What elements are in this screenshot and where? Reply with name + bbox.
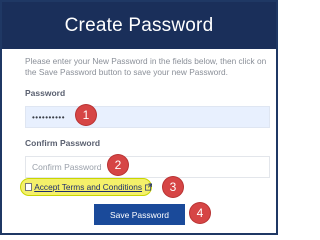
step-badge-1: 1 bbox=[76, 105, 96, 125]
confirm-password-field[interactable]: Confirm Password bbox=[25, 156, 270, 178]
step-badge-3: 3 bbox=[163, 177, 183, 197]
save-password-button[interactable]: Save Password bbox=[94, 204, 185, 225]
external-link-icon bbox=[145, 183, 152, 191]
step-badge-4: 4 bbox=[190, 203, 210, 223]
dialog-title: Create Password bbox=[64, 14, 214, 36]
instructions-text: Please enter your New Password in the fi… bbox=[25, 56, 267, 77]
terms-checkbox[interactable] bbox=[25, 183, 33, 191]
terms-row: Accept Terms and Conditions bbox=[20, 178, 152, 196]
confirm-password-label: Confirm Password bbox=[25, 138, 101, 148]
password-label: Password bbox=[25, 88, 66, 98]
terms-link[interactable]: Accept Terms and Conditions bbox=[34, 182, 142, 192]
dialog-header: Create Password bbox=[2, 2, 276, 49]
password-field[interactable]: •••••••••• bbox=[25, 106, 270, 128]
step-badge-2: 2 bbox=[108, 155, 128, 175]
